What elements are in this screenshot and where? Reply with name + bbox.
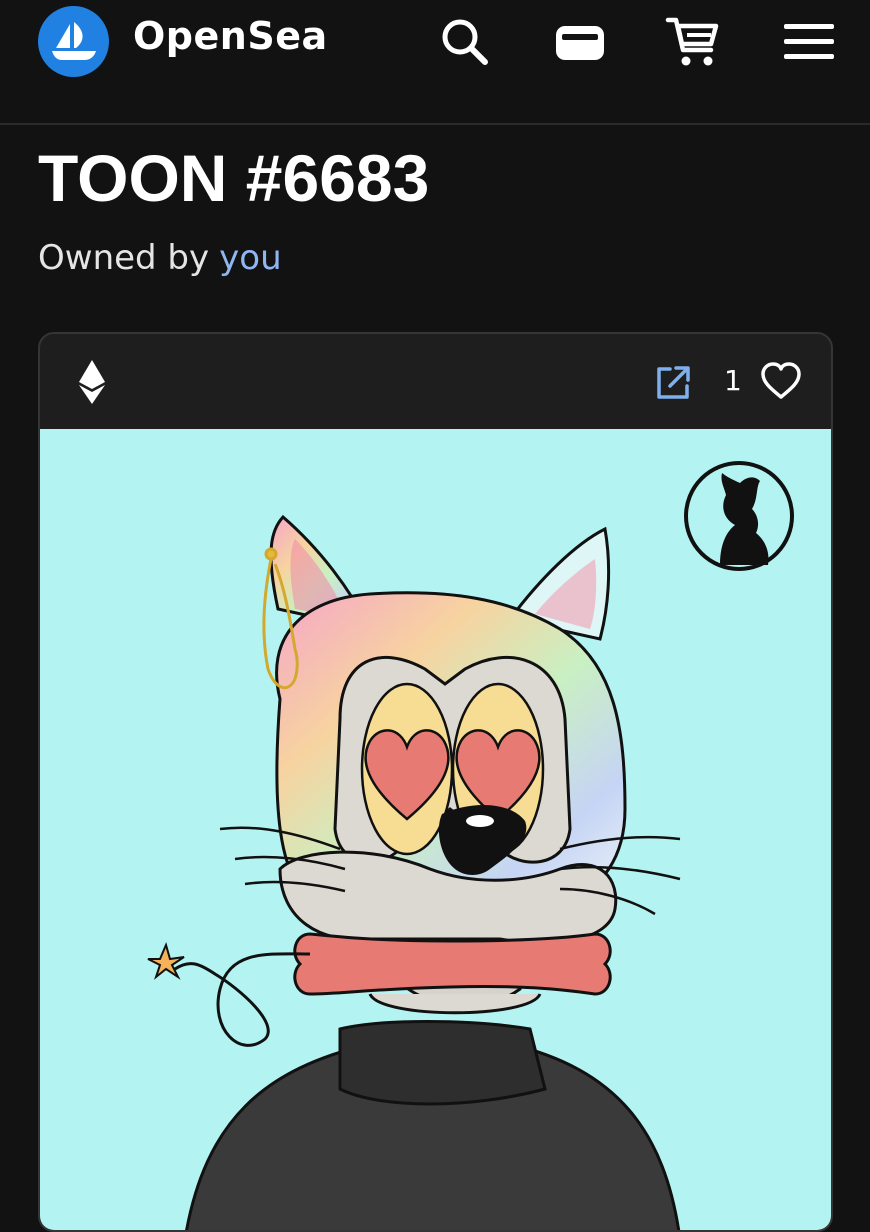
collection-badge-icon xyxy=(684,461,794,571)
cart-icon[interactable] xyxy=(665,14,721,70)
search-icon[interactable] xyxy=(437,14,493,70)
ethereum-icon xyxy=(79,360,105,404)
external-link-icon[interactable] xyxy=(654,364,692,402)
opensea-logo[interactable] xyxy=(38,6,109,77)
toon-cat-illustration xyxy=(147,461,794,1230)
heart-icon[interactable] xyxy=(760,362,802,400)
brand-name[interactable]: OpenSea xyxy=(133,14,328,58)
menu-icon[interactable] xyxy=(782,14,838,70)
sailboat-logo-icon xyxy=(51,21,96,60)
owner-line: Owned by you xyxy=(38,238,282,278)
card-header: 1 xyxy=(40,334,831,429)
top-navigation-bar: OpenSea xyxy=(0,0,870,125)
nft-card: 1 xyxy=(38,332,833,1232)
like-count: 1 xyxy=(724,364,742,397)
owned-by-label: Owned by xyxy=(38,238,210,278)
spark-icon xyxy=(147,942,185,980)
wallet-icon[interactable] xyxy=(552,14,608,70)
owner-link[interactable]: you xyxy=(219,238,281,278)
nft-artwork[interactable] xyxy=(40,429,831,1230)
item-title: TOON #6683 xyxy=(38,141,430,215)
